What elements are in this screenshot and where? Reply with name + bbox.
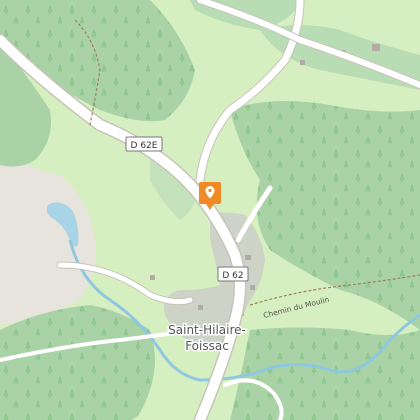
road-shield-d62e-text: D 62E bbox=[131, 141, 158, 151]
map-view[interactable]: D 62E D 62 Chemin du Moulin Saint-Hilair… bbox=[0, 0, 420, 420]
road-shield-d62-text: D 62 bbox=[222, 271, 243, 281]
place-label-line2: Foissac bbox=[185, 339, 229, 353]
place-label-line1: Saint-Hilaire- bbox=[168, 323, 246, 337]
road-shield-d62e: D 62E bbox=[125, 136, 163, 152]
map-canvas[interactable]: D 62E D 62 Chemin du Moulin Saint-Hilair… bbox=[0, 0, 420, 420]
road-shield-d62: D 62 bbox=[217, 266, 249, 282]
